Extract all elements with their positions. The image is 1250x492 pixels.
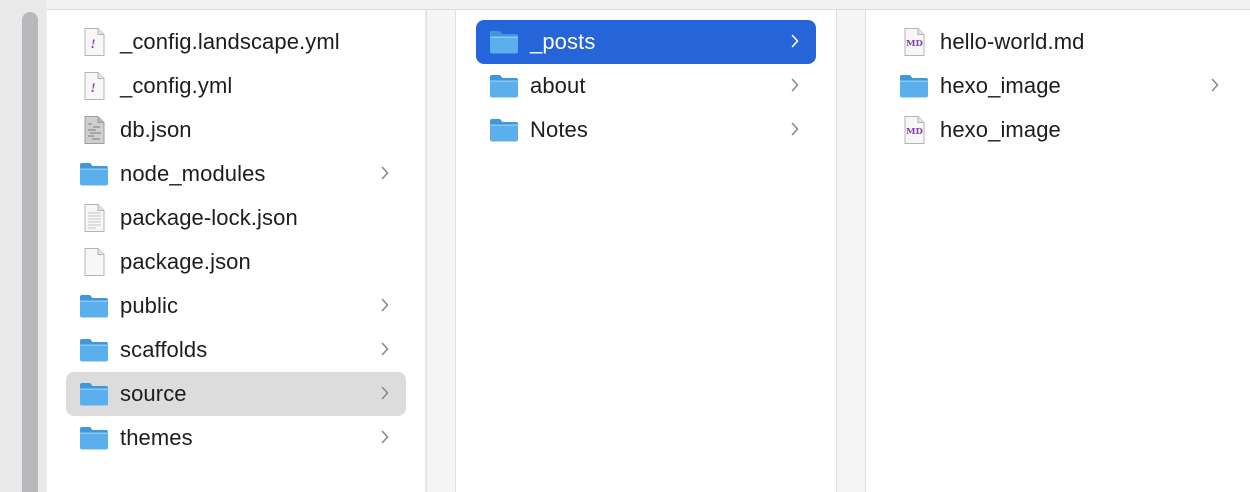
folder-name: about — [530, 73, 586, 98]
folder-icon — [488, 27, 520, 57]
folder-row-themes[interactable]: themes — [66, 416, 406, 460]
file-row-package-lock-json[interactable]: package-lock.json — [66, 196, 406, 240]
folder-name: public — [120, 293, 179, 318]
folder-icon — [898, 71, 930, 101]
folder-icon — [488, 71, 520, 101]
folder-row-node-modules[interactable]: node_modules — [66, 152, 406, 196]
sidebar-scrollbar[interactable] — [22, 12, 38, 492]
file-row-db-json[interactable]: db.json — [66, 108, 406, 152]
folder-icon — [488, 115, 520, 145]
folder-name: _posts — [530, 29, 596, 54]
folder-row-about[interactable]: about — [476, 64, 816, 108]
svg-text:MD: MD — [906, 39, 923, 49]
column-posts: MD hello-world.md hexo_image MD hexo_ima… — [866, 10, 1250, 492]
folder-row-public[interactable]: public — [66, 284, 406, 328]
folder-icon — [78, 291, 110, 321]
markdown-file-icon: MD — [898, 115, 930, 145]
folder-name: Notes — [530, 117, 588, 142]
folder-row-hexo-image[interactable]: hexo_image — [886, 64, 1236, 108]
chevron-right-icon — [788, 31, 802, 51]
folder-icon — [78, 335, 110, 365]
chevron-right-icon — [788, 119, 802, 139]
folder-row-posts[interactable]: _posts — [476, 20, 816, 64]
folder-row-source[interactable]: source — [66, 372, 406, 416]
file-row-config-landscape-yml[interactable]: ! _config.landscape.yml — [66, 20, 406, 64]
chevron-right-icon — [788, 75, 802, 95]
chevron-right-icon — [378, 295, 392, 315]
column-source: _posts about Notes — [456, 10, 836, 492]
blank-file-icon — [78, 247, 110, 277]
toolbar-edge — [46, 0, 1250, 10]
chevron-right-icon — [378, 383, 392, 403]
folder-name: source — [120, 381, 187, 406]
folder-row-notes[interactable]: Notes — [476, 108, 816, 152]
folder-name: scaffolds — [120, 337, 208, 362]
file-row-package-json[interactable]: package.json — [66, 240, 406, 284]
file-name: package-lock.json — [120, 205, 298, 230]
chevron-right-icon — [378, 427, 392, 447]
yml-file-icon: ! — [78, 71, 110, 101]
column-divider[interactable] — [426, 10, 456, 492]
file-name: db.json — [120, 117, 192, 142]
file-name: _config.landscape.yml — [120, 29, 340, 54]
folder-icon — [78, 423, 110, 453]
file-name: hexo_image — [940, 117, 1061, 142]
yml-file-icon: ! — [78, 27, 110, 57]
column-divider[interactable] — [836, 10, 866, 492]
json-db-file-icon — [78, 115, 110, 145]
chevron-right-icon — [378, 339, 392, 359]
file-name: _config.yml — [120, 73, 233, 98]
svg-text:!: ! — [90, 36, 95, 51]
markdown-file-icon: MD — [898, 27, 930, 57]
file-name: hello-world.md — [940, 29, 1085, 54]
svg-text:MD: MD — [906, 127, 923, 137]
chevron-right-icon — [1208, 75, 1222, 95]
file-row-hexo-image-md[interactable]: MD hexo_image — [886, 108, 1236, 152]
chevron-right-icon — [378, 163, 392, 183]
folder-row-scaffolds[interactable]: scaffolds — [66, 328, 406, 372]
text-file-icon — [78, 203, 110, 233]
svg-text:!: ! — [90, 80, 95, 95]
file-row-hello-world-md[interactable]: MD hello-world.md — [886, 20, 1236, 64]
folder-icon — [78, 159, 110, 189]
folder-name: node_modules — [120, 161, 266, 186]
column-root: ! _config.landscape.yml ! _config.yml db… — [47, 10, 425, 492]
file-name: package.json — [120, 249, 251, 274]
file-row-config-yml[interactable]: ! _config.yml — [66, 64, 406, 108]
folder-name: themes — [120, 425, 193, 450]
folder-name: hexo_image — [940, 73, 1061, 98]
folder-icon — [78, 379, 110, 409]
